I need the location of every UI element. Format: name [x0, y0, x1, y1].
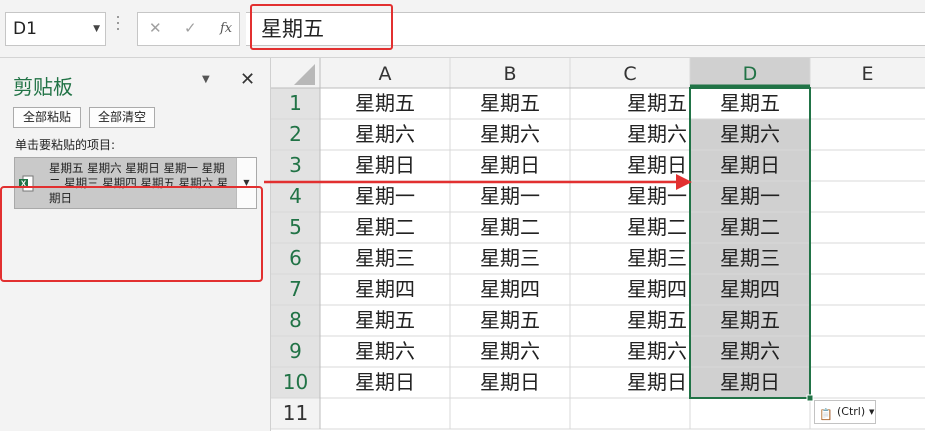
cell-c1[interactable]: 星期五	[570, 88, 690, 119]
cell-c7[interactable]: 星期四	[570, 274, 690, 305]
cell-b4[interactable]: 星期一	[450, 181, 570, 212]
name-box[interactable]: D1 ▼	[5, 12, 106, 46]
clear-all-button[interactable]: 全部清空	[89, 107, 155, 128]
cell-b3[interactable]: 星期日	[450, 150, 570, 181]
cell-c4[interactable]: 星期一	[570, 181, 690, 212]
cell-b9[interactable]: 星期六	[450, 336, 570, 367]
cell-d7[interactable]: 星期四	[690, 274, 810, 305]
pane-instruction: 单击要粘贴的项目:	[15, 138, 116, 152]
chevron-down-icon[interactable]: ▼	[93, 13, 100, 45]
row-header-3[interactable]: 3	[271, 150, 320, 181]
cell-c3[interactable]: 星期日	[570, 150, 690, 181]
name-box-value: D1	[13, 19, 37, 39]
cell-b10[interactable]: 星期日	[450, 367, 570, 398]
cell-d3[interactable]: 星期日	[690, 150, 810, 181]
cell-c2[interactable]: 星期六	[570, 119, 690, 150]
close-icon[interactable]: ✕	[149, 19, 162, 37]
paste-all-button[interactable]: 全部粘贴	[13, 107, 81, 128]
cell-a9[interactable]: 星期六	[320, 336, 450, 367]
cell-c10[interactable]: 星期日	[570, 367, 690, 398]
row-header-5[interactable]: 5	[271, 212, 320, 243]
cell-a10[interactable]: 星期日	[320, 367, 450, 398]
cell-a3[interactable]: 星期日	[320, 150, 450, 181]
cell-c8[interactable]: 星期五	[570, 305, 690, 336]
row-header-4[interactable]: 4	[271, 181, 320, 212]
cell-b1[interactable]: 星期五	[450, 88, 570, 119]
cell-c5[interactable]: 星期二	[570, 212, 690, 243]
cell-d4[interactable]: 星期一	[690, 181, 810, 212]
pane-title: 剪贴板	[13, 75, 73, 99]
row-header-2[interactable]: 2	[271, 119, 320, 150]
cell-b7[interactable]: 星期四	[450, 274, 570, 305]
cell-d2[interactable]: 星期六	[690, 119, 810, 150]
cell-a4[interactable]: 星期一	[320, 181, 450, 212]
cell-d10[interactable]: 星期日	[690, 367, 810, 398]
paste-options-label: (Ctrl)	[837, 405, 866, 418]
column-header-a[interactable]: A	[320, 60, 450, 89]
column-header-c[interactable]: C	[570, 60, 690, 89]
formula-buttons: ✕ ✓ fx	[137, 12, 240, 46]
row-header-1[interactable]: 1	[271, 88, 320, 119]
clipboard-icon: 📋	[819, 408, 833, 421]
row-header-7[interactable]: 7	[271, 274, 320, 305]
drag-handle[interactable]	[117, 16, 121, 44]
cell-c6[interactable]: 星期三	[570, 243, 690, 274]
clipboard-pane: 剪贴板 ▼ ✕ 全部粘贴 全部清空 单击要粘贴的项目: X 星期五 星期六 星期…	[0, 58, 271, 431]
cell-d9[interactable]: 星期六	[690, 336, 810, 367]
cell-a2[interactable]: 星期六	[320, 119, 450, 150]
paste-options-button[interactable]: 📋 (Ctrl) ▼	[814, 400, 876, 424]
cell-c9[interactable]: 星期六	[570, 336, 690, 367]
row-header-8[interactable]: 8	[271, 305, 320, 336]
cell-d1[interactable]: 星期五	[690, 88, 810, 119]
cell-d5[interactable]: 星期二	[690, 212, 810, 243]
excel-window: D1 ▼ ✕ ✓ fx 星期五 剪贴板 ▼ ✕ 全部粘贴 全部清空 单击要粘贴的…	[0, 0, 925, 431]
cell-b2[interactable]: 星期六	[450, 119, 570, 150]
cell-b5[interactable]: 星期二	[450, 212, 570, 243]
cell-b8[interactable]: 星期五	[450, 305, 570, 336]
column-header-e[interactable]: E	[810, 60, 925, 89]
formula-highlight-box	[250, 4, 393, 50]
formula-bar: D1 ▼ ✕ ✓ fx 星期五	[0, 0, 925, 58]
row-header-11[interactable]: 11	[271, 398, 320, 429]
close-icon[interactable]: ✕	[240, 69, 255, 90]
check-icon[interactable]: ✓	[184, 19, 197, 37]
cell-a1[interactable]: 星期五	[320, 88, 450, 119]
clipboard-highlight-box	[0, 186, 263, 282]
cell-d8[interactable]: 星期五	[690, 305, 810, 336]
pane-options-icon[interactable]: ▼	[202, 74, 210, 85]
worksheet-grid[interactable]: A B C D E 1 2 3 4 5 6 7 8 9 10 11 星期五 星期五 星期五 星期五 星期六 星期六 星期六星…	[271, 58, 925, 431]
row-header-9[interactable]: 9	[271, 336, 320, 367]
cell-a6[interactable]: 星期三	[320, 243, 450, 274]
cell-a8[interactable]: 星期五	[320, 305, 450, 336]
chevron-down-icon: ▼	[869, 408, 875, 416]
cell-d6[interactable]: 星期三	[690, 243, 810, 274]
column-header-b[interactable]: B	[450, 60, 570, 89]
column-header-d[interactable]: D	[690, 60, 810, 89]
cell-a7[interactable]: 星期四	[320, 274, 450, 305]
insert-function-button[interactable]: fx	[220, 21, 232, 36]
row-header-10[interactable]: 10	[271, 367, 320, 398]
row-header-6[interactable]: 6	[271, 243, 320, 274]
cell-a5[interactable]: 星期二	[320, 212, 450, 243]
cell-b6[interactable]: 星期三	[450, 243, 570, 274]
